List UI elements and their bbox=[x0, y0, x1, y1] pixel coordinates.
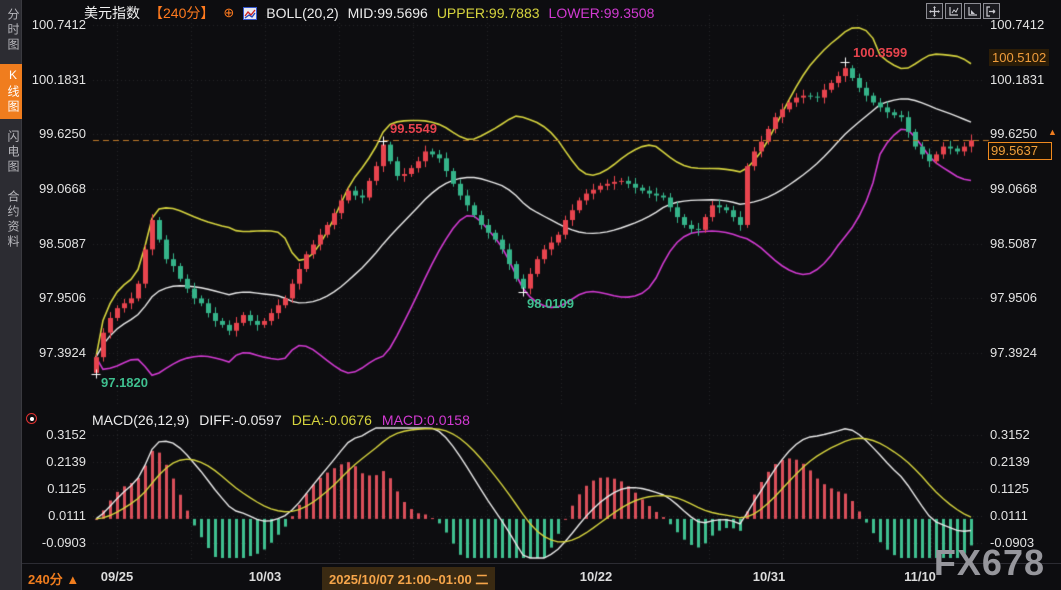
boll-upper-value: UPPER:99.7883 bbox=[437, 5, 540, 21]
last-price-box: 99.5637 bbox=[988, 142, 1052, 160]
axis-tick: 0.2139 bbox=[46, 454, 86, 470]
axis-tick: 100.7412 bbox=[32, 17, 86, 33]
time-tick: 09/25 bbox=[101, 569, 134, 584]
axis-tick: 0.0111 bbox=[48, 508, 86, 524]
price-extreme-annotation: 97.1820 bbox=[101, 375, 148, 390]
play-axis-icon[interactable] bbox=[964, 3, 981, 19]
exit-panel-icon[interactable] bbox=[983, 3, 1000, 19]
time-tick: 10/31 bbox=[753, 569, 786, 584]
macd-label: MACD(26,12,9) bbox=[92, 412, 189, 428]
price-extreme-annotation: 99.5549 bbox=[390, 121, 437, 136]
crosshair-tool-icon[interactable] bbox=[926, 3, 943, 19]
footer-divider bbox=[22, 563, 1061, 564]
price-marker-arrow[interactable]: ▲ bbox=[1048, 127, 1057, 137]
boll-label: BOLL(20,2) bbox=[266, 5, 338, 21]
symbol-title: 美元指数 bbox=[84, 3, 140, 23]
price-extreme-annotation: 98.0109 bbox=[527, 296, 574, 311]
axis-tick: 100.7412 bbox=[990, 17, 1044, 33]
zoom-axis-icon[interactable] bbox=[945, 3, 962, 19]
axis-tick: 100.1831 bbox=[32, 72, 86, 88]
axis-tick: -0.0903 bbox=[42, 535, 86, 551]
left-price-axis: 100.7412 100.1831 99.6250 99.0668 98.5087 97.… bbox=[24, 0, 88, 590]
axis-tick: 0.3152 bbox=[46, 427, 86, 443]
caret-up-icon: ▲ bbox=[66, 572, 79, 587]
axis-tick: 0.2139 bbox=[990, 454, 1030, 470]
macd-diff-value: DIFF:-0.0597 bbox=[199, 412, 281, 428]
chart-toolbar bbox=[926, 3, 1000, 19]
session-high-label: 100.5102 bbox=[989, 49, 1049, 66]
plus-circle-icon[interactable]: ⊕ bbox=[223, 5, 234, 21]
period-tag[interactable]: 【240分】 bbox=[149, 3, 214, 23]
macd-header: MACD(26,12,9) DIFF:-0.0597 DEA:-0.0676 M… bbox=[92, 412, 470, 428]
axis-tick: 99.6250 bbox=[990, 126, 1037, 142]
axis-tick: 100.1831 bbox=[990, 72, 1044, 88]
sidebar-tab-flash[interactable]: 闪电图 bbox=[0, 126, 22, 179]
axis-tick: 0.1125 bbox=[47, 481, 86, 497]
axis-tick: 0.0111 bbox=[990, 508, 1028, 524]
right-price-axis: 100.7412 100.1831 99.6250 99.0668 98.5087 97.… bbox=[989, 0, 1059, 590]
hover-datetime-label: 2025/10/07 21:00~01:00 二 bbox=[322, 567, 495, 590]
sidebar: 分时图 K线图 闪电图 合约资料 bbox=[0, 0, 22, 590]
macd-bar-value: MACD:0.0158 bbox=[382, 412, 470, 428]
axis-tick: 97.9506 bbox=[990, 290, 1037, 306]
time-tick: 10/22 bbox=[580, 569, 613, 584]
sidebar-tab-contract-info[interactable]: 合约资料 bbox=[0, 186, 22, 254]
sidebar-tab-kline[interactable]: K线图 bbox=[0, 64, 22, 119]
axis-tick: 99.0668 bbox=[39, 181, 86, 197]
candlestick-chart-canvas[interactable] bbox=[0, 0, 1061, 590]
axis-tick: 0.1125 bbox=[990, 481, 1029, 497]
axis-tick: 0.3152 bbox=[990, 427, 1030, 443]
sidebar-tab-timeline[interactable]: 分时图 bbox=[0, 4, 22, 57]
axis-tick: 97.3924 bbox=[990, 345, 1037, 361]
fx678-watermark: FX678 bbox=[934, 542, 1045, 584]
indicator-chart-icon[interactable] bbox=[243, 7, 257, 20]
period-selector[interactable]: 240分 ▲ bbox=[28, 569, 79, 588]
axis-tick: 99.6250 bbox=[39, 126, 86, 142]
axis-tick: 99.0668 bbox=[990, 181, 1037, 197]
axis-tick: 97.3924 bbox=[39, 345, 86, 361]
time-tick: 10/03 bbox=[249, 569, 282, 584]
axis-tick: 97.9506 bbox=[39, 290, 86, 306]
boll-lower-value: LOWER:99.3508 bbox=[549, 5, 655, 21]
target-dot-icon[interactable] bbox=[26, 413, 37, 424]
boll-mid-value: MID:99.5696 bbox=[348, 5, 428, 21]
price-extreme-annotation: 100.3599 bbox=[853, 45, 907, 60]
axis-tick: 98.5087 bbox=[39, 236, 86, 252]
time-tick: 11/10 bbox=[904, 569, 936, 584]
axis-tick: 98.5087 bbox=[990, 236, 1037, 252]
macd-dea-value: DEA:-0.0676 bbox=[292, 412, 372, 428]
chart-header: 美元指数 【240分】 ⊕ BOLL(20,2) MID:99.5696 UPP… bbox=[84, 3, 654, 23]
